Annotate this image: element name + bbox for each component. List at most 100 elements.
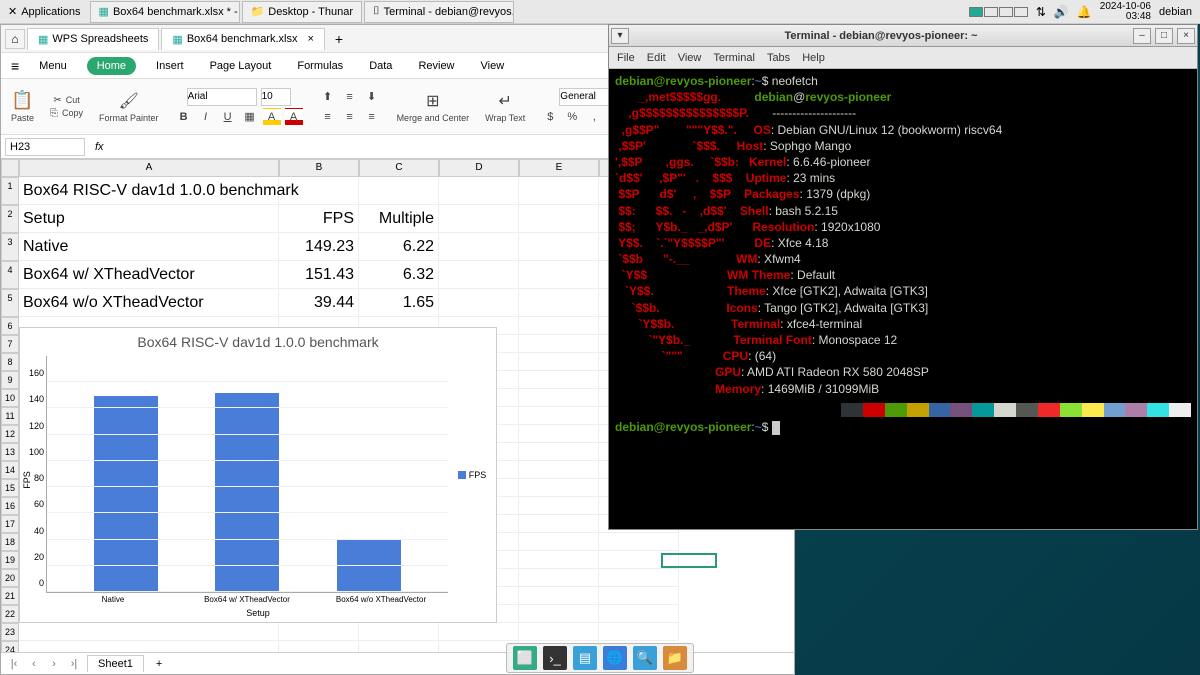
align-mid[interactable]: ≡ [341,88,359,106]
row-header[interactable]: 8 [1,353,19,371]
add-sheet[interactable]: + [150,656,168,672]
row-header[interactable]: 13 [1,443,19,461]
cell-E6[interactable] [519,317,599,335]
col-C[interactable]: C [359,159,439,177]
cell-B2[interactable]: FPS [279,205,359,233]
cell-B5[interactable]: 39.44 [279,289,359,317]
menu-menu[interactable]: Menu [33,57,73,75]
volume-icon[interactable]: 🔊 [1054,5,1069,19]
row-header[interactable]: 6 [1,317,19,335]
comma-button[interactable]: , [585,108,603,126]
paste-icon[interactable]: 📋 [11,90,33,111]
percent-button[interactable]: % [563,108,581,126]
cell-D3[interactable] [439,233,519,261]
dock-show-desktop[interactable]: ⬜ [513,646,537,670]
menu-terminal[interactable]: Terminal [713,52,755,64]
cell-C5[interactable]: 1.65 [359,289,439,317]
user-label[interactable]: debian [1159,6,1192,18]
format-painter[interactable]: 🖌 Format Painter [95,89,163,125]
cell-A2[interactable]: Setup [19,205,279,233]
row-header[interactable]: 18 [1,533,19,551]
menu-data[interactable]: Data [363,57,398,75]
row-header[interactable]: 22 [1,605,19,623]
cell-C4[interactable]: 6.32 [359,261,439,289]
menu-pagelayout[interactable]: Page Layout [204,57,278,75]
bold-button[interactable]: B [175,108,193,126]
copy-icon[interactable]: ⎘ [50,108,58,119]
cell-E9[interactable] [519,371,599,389]
select-all-corner[interactable] [1,159,19,177]
col-A[interactable]: A [19,159,279,177]
cell-D5[interactable] [439,289,519,317]
row-header[interactable]: 4 [1,261,19,289]
cell-D1[interactable] [439,177,519,205]
dock-web[interactable]: 🌐 [603,646,627,670]
taskbar-item-terminal[interactable]: ⌷Terminal - debian@revyos... [364,1,514,23]
menu-view[interactable]: View [475,57,511,75]
cell-C3[interactable]: 6.22 [359,233,439,261]
cell-B24[interactable] [279,641,359,652]
cell-E22[interactable] [519,605,599,623]
cut-icon[interactable]: ✂ [53,95,61,106]
cell-A23[interactable] [19,623,279,641]
wrap-button[interactable]: ↵Wrap Text [481,89,529,125]
app-tab[interactable]: ▦WPS Spreadsheets [27,28,159,50]
cell-B23[interactable] [279,623,359,641]
cell-E16[interactable] [519,497,599,515]
cell-E15[interactable] [519,479,599,497]
row-header[interactable]: 11 [1,407,19,425]
fx-icon[interactable]: fx [89,141,110,153]
cell-F20[interactable] [599,569,679,587]
align-bot[interactable]: ⬇ [363,88,381,106]
cell-E17[interactable] [519,515,599,533]
border-button[interactable]: ▦ [241,108,259,126]
cell-E11[interactable] [519,407,599,425]
cell-E19[interactable] [519,551,599,569]
file-tab[interactable]: ▦Box64 benchmark.xlsx× [161,28,325,50]
cell-A3[interactable]: Native [19,233,279,261]
col-B[interactable]: B [279,159,359,177]
row-header[interactable]: 10 [1,389,19,407]
cell-A4[interactable]: Box64 w/ XTheadVector [19,261,279,289]
cell-E20[interactable] [519,569,599,587]
font-size[interactable] [261,88,291,106]
notification-icon[interactable]: 🔔 [1077,5,1092,19]
menu-file[interactable]: File [617,52,635,64]
terminal-body[interactable]: debian@revyos-pioneer:~$ neofetch _,met$… [609,69,1197,439]
menu-tabs[interactable]: Tabs [767,52,790,64]
align-top[interactable]: ⬆ [319,88,337,106]
row-header[interactable]: 21 [1,587,19,605]
terminal-titlebar[interactable]: ▾ Terminal - debian@revyos-pioneer: ~ – … [609,25,1197,47]
row-header[interactable]: 1 [1,177,19,205]
dock-terminal[interactable]: ›_ [543,646,567,670]
taskbar-item-wps[interactable]: ▦Box64 benchmark.xlsx * - ... [90,1,240,23]
row-header[interactable]: 24 [1,641,19,652]
cell-E12[interactable] [519,425,599,443]
underline-button[interactable]: U [219,108,237,126]
cell-D2[interactable] [439,205,519,233]
row-header[interactable]: 19 [1,551,19,569]
row-header[interactable]: 14 [1,461,19,479]
align-right[interactable]: ≡ [363,108,381,126]
cell-E4[interactable] [519,261,599,289]
menu-review[interactable]: Review [412,57,460,75]
menu-formulas[interactable]: Formulas [291,57,349,75]
sheet-first[interactable]: |‹ [7,658,21,670]
close-button[interactable]: × [1177,28,1195,44]
minimize-button[interactable]: – [1133,28,1151,44]
cell-E18[interactable] [519,533,599,551]
cell-E2[interactable] [519,205,599,233]
dock-files[interactable]: ▤ [573,646,597,670]
dock-folder[interactable]: 📁 [663,646,687,670]
cell-E13[interactable] [519,443,599,461]
merge-button[interactable]: ⊞Merge and Center [393,89,474,125]
row-header[interactable]: 2 [1,205,19,233]
font-select[interactable] [187,88,257,106]
row-header[interactable]: 3 [1,233,19,261]
menu-insert[interactable]: Insert [150,57,190,75]
workspace-switcher[interactable] [969,7,1028,17]
menu-help[interactable]: Help [802,52,825,64]
row-header[interactable]: 17 [1,515,19,533]
hamburger-icon[interactable]: ≡ [11,58,19,74]
row-header[interactable]: 12 [1,425,19,443]
